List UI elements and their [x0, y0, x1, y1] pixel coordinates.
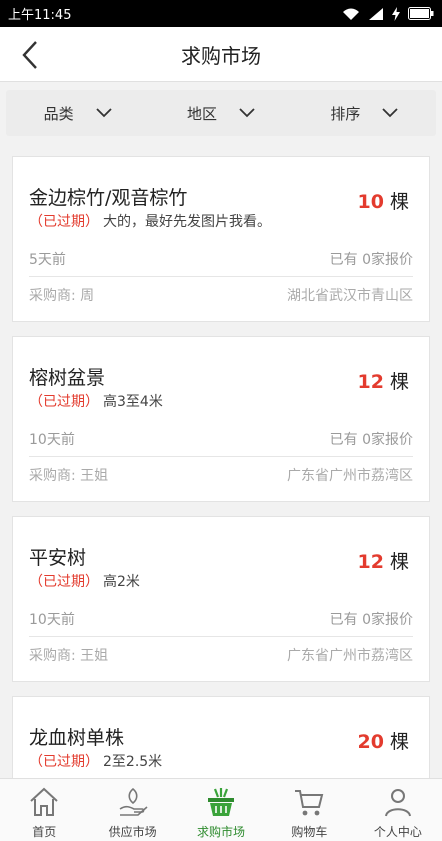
filter-region-label: 地区: [186, 104, 217, 123]
listing-desc-text: 2至2.5米: [103, 754, 163, 770]
cart-icon: [292, 785, 326, 819]
app-header: 求购市场: [0, 27, 442, 82]
tab-home[interactable]: 首页: [0, 779, 88, 841]
chevron-left-icon: [22, 41, 37, 69]
tab-profile[interactable]: 个人中心: [354, 779, 442, 841]
listing-buyer: 采购商: 王姐: [29, 648, 109, 664]
listing-quantity: 12 棵: [358, 367, 409, 394]
status-icons: [342, 6, 434, 21]
tab-demand-market[interactable]: 求购市场: [177, 779, 265, 841]
chevron-down-icon: [239, 108, 255, 118]
quantity-number: 20: [357, 731, 384, 753]
listing-quantity: 12 棵: [358, 547, 409, 574]
listing-location: 广东省广州市荔湾区: [287, 648, 413, 664]
status-time: 上午11:45: [8, 8, 72, 23]
listing-desc-text: 高3至4米: [103, 394, 163, 410]
page-title: 求购市场: [181, 43, 261, 68]
card-divider: [29, 456, 413, 457]
back-button[interactable]: [12, 35, 48, 75]
listing-name: 榕树盆景: [29, 367, 106, 389]
signal-icon: [369, 7, 383, 20]
expired-badge: （已过期）: [29, 214, 99, 230]
listing-time: 10天前: [29, 432, 75, 448]
listing-card[interactable]: 榕树盆景 12 棵 （已过期） 高3至4米 10天前 已有 0家报价 采购商: 王姐…: [12, 336, 430, 502]
supply-hand-icon: [116, 785, 150, 819]
filter-category-label: 品类: [43, 104, 74, 123]
chevron-down-icon: [96, 108, 112, 118]
listing-buyer: 采购商: 王姐: [29, 468, 109, 484]
tab-supply-label: 供应市场: [108, 825, 157, 839]
basket-icon: [204, 785, 238, 819]
listing-desc-text: 高2米: [103, 574, 140, 590]
charging-icon: [392, 6, 400, 21]
listing-list[interactable]: 金边棕竹/观音棕竹 10 棵 （已过期） 大的，最好先发图片我看。 5天前 已有 0…: [0, 144, 442, 778]
filter-region[interactable]: 地区: [149, 103, 292, 124]
battery-icon: [408, 7, 434, 20]
listing-description: （已过期） 2至2.5米: [29, 751, 162, 771]
listing-location: 广东省广州市荔湾区: [287, 468, 413, 484]
tab-supply-market[interactable]: 供应市场: [88, 779, 176, 841]
wifi-icon: [343, 8, 359, 20]
expired-badge: （已过期）: [29, 394, 99, 410]
quantity-unit: 棵: [389, 731, 409, 753]
expired-badge: （已过期）: [29, 754, 99, 770]
quantity-number: 10: [357, 191, 384, 213]
filter-category[interactable]: 品类: [6, 103, 149, 124]
card-divider: [29, 636, 413, 637]
listing-card[interactable]: 平安树 12 棵 （已过期） 高2米 10天前 已有 0家报价 采购商: 王姐 广东…: [12, 516, 430, 682]
listing-quantity: 10 棵: [358, 187, 409, 214]
card-divider: [29, 276, 413, 277]
quantity-number: 12: [357, 371, 384, 393]
listing-card[interactable]: 龙血树单株 20 棵 （已过期） 2至2.5米: [12, 696, 430, 778]
listing-time: 10天前: [29, 612, 75, 628]
listing-location: 湖北省武汉市青山区: [287, 288, 413, 304]
listing-name: 平安树: [29, 547, 87, 569]
tab-profile-label: 个人中心: [373, 825, 422, 839]
listing-name: 金边棕竹/观音棕竹: [29, 187, 188, 209]
home-icon: [27, 785, 61, 819]
filter-sort[interactable]: 排序: [293, 103, 436, 124]
quantity-unit: 棵: [389, 371, 409, 393]
quantity-unit: 棵: [389, 191, 409, 213]
quantity-number: 12: [357, 551, 384, 573]
listing-quotes: 已有 0家报价: [329, 252, 413, 268]
filter-area: 品类 地区 排序: [0, 82, 442, 144]
user-icon: [381, 785, 415, 819]
listing-quotes: 已有 0家报价: [329, 432, 413, 448]
listing-time: 5天前: [29, 252, 66, 268]
tab-home-label: 首页: [32, 825, 57, 839]
listing-desc-text: 大的，最好先发图片我看。: [103, 214, 271, 230]
listing-quotes: 已有 0家报价: [329, 612, 413, 628]
bottom-tab-bar: 首页 供应市场 求购市场 购物车 个人中心: [0, 778, 442, 841]
filter-bar: 品类 地区 排序: [6, 90, 436, 136]
expired-badge: （已过期）: [29, 574, 99, 590]
listing-description: （已过期） 高3至4米: [29, 391, 163, 411]
listing-description: （已过期） 大的，最好先发图片我看。: [29, 211, 271, 231]
listing-quantity: 20 棵: [358, 727, 409, 754]
listing-card[interactable]: 金边棕竹/观音棕竹 10 棵 （已过期） 大的，最好先发图片我看。 5天前 已有 0…: [12, 156, 430, 322]
chevron-down-icon: [382, 108, 398, 118]
tab-demand-label: 求购市场: [197, 825, 246, 839]
listing-description: （已过期） 高2米: [29, 571, 140, 591]
listing-name: 龙血树单株: [29, 727, 125, 749]
listing-buyer: 采购商: 周: [29, 288, 95, 304]
status-bar: 上午11:45: [0, 0, 442, 27]
filter-sort-label: 排序: [330, 104, 361, 123]
tab-cart-label: 购物车: [291, 825, 328, 839]
tab-cart[interactable]: 购物车: [265, 779, 353, 841]
quantity-unit: 棵: [389, 551, 409, 573]
